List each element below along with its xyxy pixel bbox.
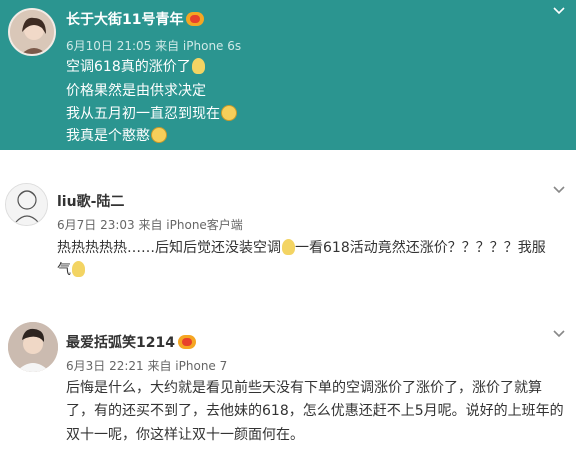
post-meta: 6月10日 21:05 来自 iPhone 6s (66, 39, 242, 53)
post-meta: 6月3日 22:21 来自 iPhone 7 (66, 359, 228, 373)
comment-text: 双十一呢，你这样让双十一颜面何在。 (66, 427, 304, 443)
username[interactable]: liu歌-陆二 (57, 191, 124, 211)
comment-text-line: 双十一呢，你这样让双十一颜面何在。 (66, 426, 304, 444)
comment-text-line: 价格果然是由供求决定 (66, 82, 206, 100)
avatar-image (8, 322, 58, 372)
comment-text: 了，有的还买不到了，去他妹的618，怎么优惠还赶不上5月呢。说好的上班年的 (66, 403, 564, 419)
comment-text-line: 我从五月初一直忍到现在 (66, 105, 237, 123)
username[interactable]: 最爱括弧笑1214 (66, 332, 196, 352)
comment-text: 空调618真的涨价了 (66, 59, 191, 75)
avatar-image (10, 10, 54, 54)
embarrassed-face-emoji-icon (151, 127, 167, 143)
comment-text-line: 后悔是什么，大约就是看见前些天没有下单的空调涨价了涨价了，涨价了就算 (66, 379, 542, 397)
comment-text-line: 热热热热热……后知后觉还没装空调 一看618活动竟然还涨价？？？？？我服 (57, 239, 546, 257)
comment-text-line: 气 (57, 261, 85, 279)
avatar[interactable] (8, 322, 58, 372)
username-text[interactable]: 最爱括弧笑1214 (66, 335, 175, 351)
chevron-down-icon[interactable] (552, 183, 566, 197)
light-bulb-emoji-icon (191, 58, 205, 74)
chevron-down-icon[interactable] (552, 327, 566, 341)
comment-text: 价格果然是由供求决定 (66, 83, 206, 99)
chevron-down-icon[interactable] (552, 4, 566, 18)
comment-text: 一看618活动竟然还涨价？？？？？我服 (295, 240, 546, 256)
post-meta: 6月7日 23:03 来自 iPhone客户端 (57, 218, 243, 232)
comment-text-line: 我真是个憨憨 (66, 127, 167, 145)
avatar[interactable] (8, 8, 56, 56)
username[interactable]: 长于大街11号青年 (66, 9, 205, 29)
comment-card: 最爱括弧笑1214 6月3日 22:21 来自 iPhone 7 后悔是什么，大… (0, 312, 576, 457)
username-text[interactable]: liu歌-陆二 (57, 194, 124, 210)
username-text[interactable]: 长于大街11号青年 (66, 12, 183, 28)
light-bulb-emoji-icon (282, 239, 295, 255)
avatar-image (6, 184, 47, 225)
vip-badge-icon (186, 12, 205, 26)
avatar[interactable] (5, 183, 48, 226)
comment-card: liu歌-陆二 6月7日 23:03 来自 iPhone客户端 热热热热热……后… (0, 150, 576, 312)
vip-badge-icon (177, 335, 196, 349)
light-bulb-emoji-icon (72, 261, 85, 277)
comment-text-line: 了，有的还买不到了，去他妹的618，怎么优惠还赶不上5月呢。说好的上班年的 (66, 402, 564, 420)
comment-card: 长于大街11号青年 6月10日 21:05 来自 iPhone 6s 空调618… (0, 0, 576, 150)
comment-text-line: 空调618真的涨价了 (66, 58, 205, 76)
comment-text: 我从五月初一直忍到现在 (66, 106, 220, 122)
comment-text: 气 (57, 262, 71, 278)
comment-text: 热热热热热……后知后觉还没装空调 (57, 240, 281, 256)
comment-text: 后悔是什么，大约就是看见前些天没有下单的空调涨价了涨价了，涨价了就算 (66, 380, 542, 396)
embarrassed-face-emoji-icon (221, 105, 237, 121)
comment-text: 我真是个憨憨 (66, 128, 150, 144)
